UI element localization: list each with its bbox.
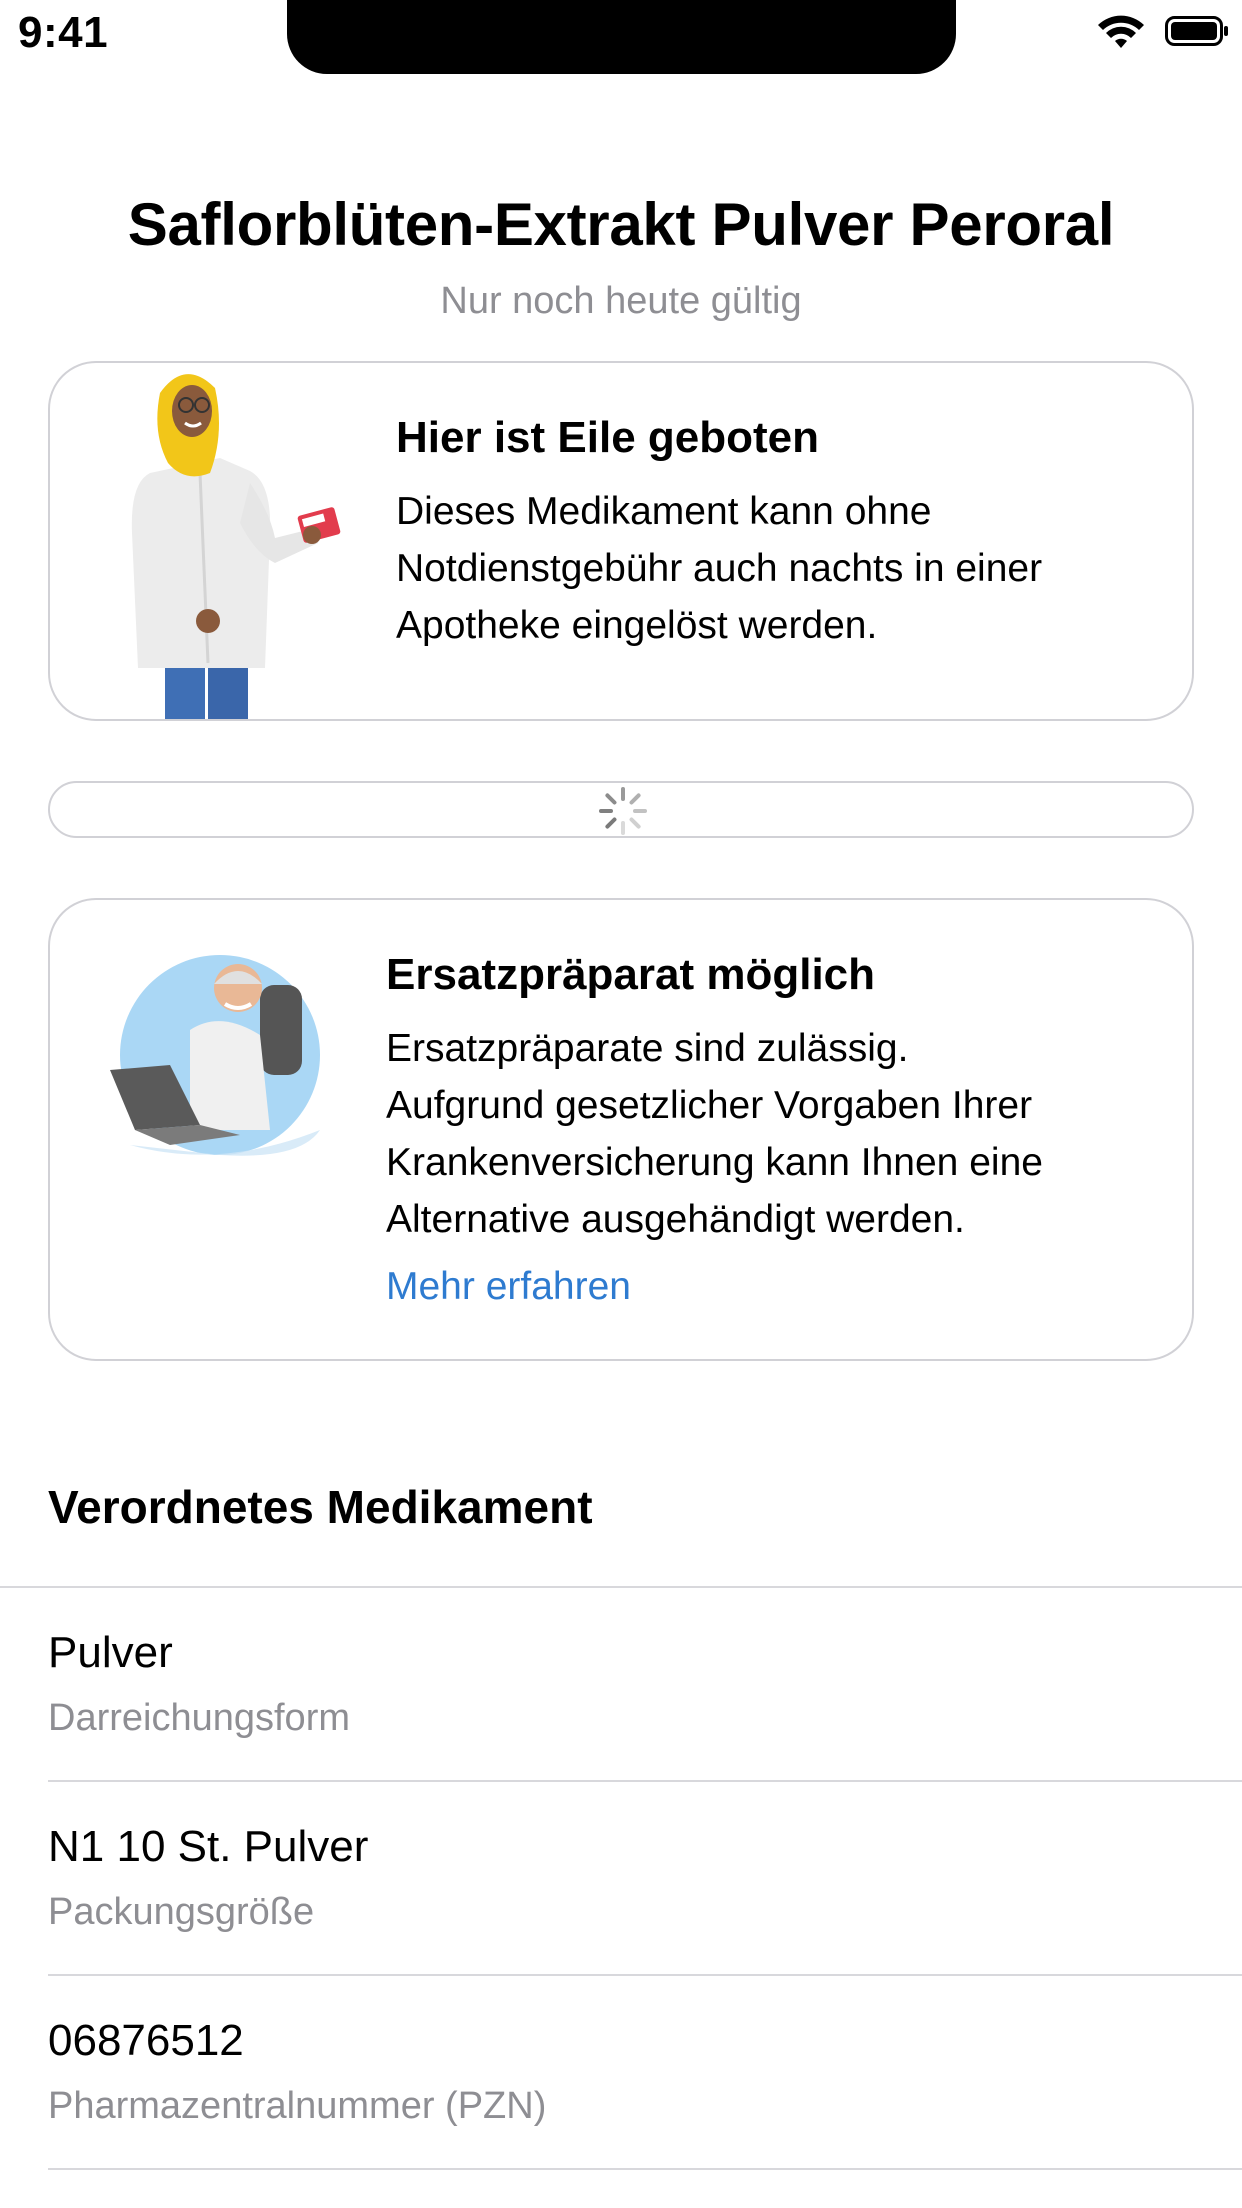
substitute-info-card: Ersatzpräparat möglich Ersatzpräparate s… [48, 898, 1194, 1361]
text-line: Apotheke eingelöst werden. [396, 604, 878, 647]
text-line: Aufgrund gesetzlicher Vorgaben Ihrer [386, 1084, 1033, 1127]
pharmacist-illustration [131, 374, 341, 719]
info-row-label: Pharmazentralnummer (PZN) [48, 2085, 547, 2127]
info-row-value: 06876512 [48, 2016, 244, 2065]
doctor-illustration [110, 955, 320, 1156]
text-line: Notdienstgebühr auch nachts in einer [396, 547, 1043, 590]
urgent-card-text: Dieses Medikament kann ohne Notdienstgeb… [396, 483, 1042, 654]
info-row-value: N1 10 St. Pulver [48, 1822, 369, 1871]
urgent-info-card: Hier ist Eile geboten Dieses Medikament … [48, 361, 1194, 721]
page-title: Saflorblüten-Extrakt Pulver Peroral [127, 191, 1115, 258]
learn-more-link[interactable]: Mehr erfahren [386, 1265, 631, 1309]
validity-subtitle: Nur noch heute gültig [440, 280, 802, 322]
status-time: 9:41 [18, 8, 109, 57]
wifi-icon [1098, 15, 1144, 48]
info-row-value: Pulver [48, 1628, 173, 1677]
urgent-card-title: Hier ist Eile geboten [396, 413, 819, 462]
info-row-label: Packungsgröße [48, 1891, 315, 1933]
text-line: Krankenversicherung kann Ihnen eine [386, 1141, 1043, 1184]
section-heading-prescribed: Verordnetes Medikament [48, 1481, 593, 1533]
text-line: Ersatzpräparate sind zulässig. [386, 1027, 909, 1070]
status-bar: 9:41 [0, 0, 1242, 80]
device-notch [287, 0, 956, 74]
loading-card [48, 781, 1194, 838]
spinner-icon [599, 787, 647, 835]
divider [48, 1974, 1242, 1976]
battery-icon [1165, 16, 1228, 46]
substitute-card-text: Ersatzpräparate sind zulässig. Aufgrund … [386, 1020, 1043, 1248]
divider [0, 1586, 1242, 1588]
text-line: Alternative ausgehändigt werden. [386, 1198, 965, 1241]
divider [48, 1780, 1242, 1782]
divider [48, 2168, 1242, 2170]
substitute-card-title: Ersatzpräparat möglich [386, 950, 876, 999]
text-line: Dieses Medikament kann ohne [396, 490, 932, 533]
info-row-label: Darreichungsform [48, 1697, 350, 1739]
